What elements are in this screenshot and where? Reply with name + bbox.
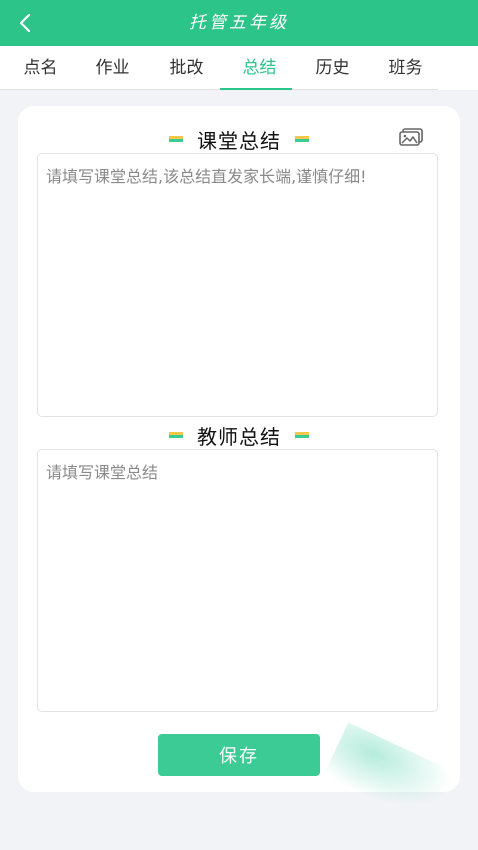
decoration-icon — [169, 432, 183, 438]
teacher-summary-box — [37, 449, 438, 712]
tab-homework[interactable]: 作业 — [76, 46, 149, 90]
class-summary-title: 课堂总结 — [197, 128, 281, 153]
tab-history[interactable]: 历史 — [296, 46, 369, 90]
decoration-icon — [169, 136, 183, 142]
teacher-summary-input[interactable] — [38, 450, 437, 711]
app-header: 托管五年级 — [0, 0, 478, 46]
class-summary-header: 课堂总结 — [18, 124, 460, 154]
save-button[interactable]: 保存 — [158, 734, 320, 776]
tab-class-affairs[interactable]: 班务 — [369, 46, 442, 90]
decoration-icon — [295, 432, 309, 438]
active-tab-indicator — [220, 88, 292, 90]
tab-summary[interactable]: 总结 — [223, 46, 296, 90]
tab-bar: 点名 作业 批改 总结 历史 班务 — [0, 46, 478, 90]
add-image-button[interactable] — [398, 126, 424, 148]
tab-grading[interactable]: 批改 — [150, 46, 223, 90]
tab-divider — [0, 89, 438, 90]
teacher-summary-title: 教师总结 — [197, 424, 281, 449]
teacher-summary-header: 教师总结 — [18, 420, 460, 450]
class-summary-input[interactable] — [38, 154, 437, 416]
page-title: 托管五年级 — [189, 13, 289, 33]
decoration-icon — [295, 136, 309, 142]
tab-roll-call[interactable]: 点名 — [4, 46, 77, 90]
summary-card: 课堂总结 教师总结 保存 — [18, 106, 460, 792]
image-gallery-icon — [399, 128, 423, 146]
class-summary-box — [37, 153, 438, 417]
